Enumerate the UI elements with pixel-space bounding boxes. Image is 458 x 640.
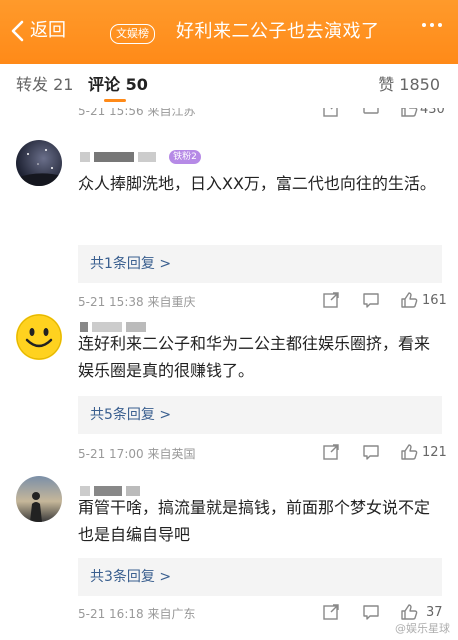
like-count: 161: [422, 293, 447, 308]
like-icon[interactable]: [400, 291, 418, 313]
reply-count-button[interactable]: 共3条回复 >: [78, 558, 442, 596]
reply-count-button[interactable]: 共5条回复 >: [78, 396, 442, 434]
avatar[interactable]: [16, 140, 62, 186]
like-icon[interactable]: [400, 108, 418, 122]
more-dots-icon: [422, 23, 426, 27]
starry-sky-avatar-icon: [16, 149, 62, 186]
comment-text: 众人捧脚洗地，日入XX万，富二代也向往的生活。: [78, 174, 436, 193]
comment-icon[interactable]: [362, 603, 380, 625]
watermark: @娱乐星球: [395, 622, 450, 635]
share-icon[interactable]: [322, 603, 340, 625]
more-menu-button[interactable]: [422, 23, 442, 27]
like-count: 430: [420, 108, 445, 117]
like-count: 37: [426, 605, 443, 620]
fan-level-badge: 铁粉2: [169, 149, 201, 164]
avatar[interactable]: [16, 476, 62, 522]
like-icon[interactable]: [400, 443, 418, 465]
username[interactable]: [80, 480, 144, 496]
comment-text: 连好利来二公子和华为二公主都往娱乐圈挤，看来娱乐圈是真的很赚钱了。: [78, 334, 431, 380]
back-label: 返回: [30, 20, 66, 41]
comment-icon[interactable]: [362, 443, 380, 465]
comment-meta: 5-21 17:00 来自英国: [78, 447, 196, 461]
share-icon[interactable]: [322, 291, 340, 313]
tab-bar: 转发 21 评论 50 赞 1850: [0, 64, 458, 108]
page-title: 好利来二公子也去演戏了: [176, 21, 380, 42]
category-tag: 文娱榜: [110, 24, 155, 44]
active-tab-indicator: [104, 99, 126, 102]
comment-meta: 5-21 15:56 来自江苏: [78, 108, 196, 118]
smiley-face-icon: [16, 314, 62, 360]
avatar[interactable]: [16, 314, 62, 360]
comment-icon[interactable]: [362, 108, 380, 122]
comment-list: 5-21 15:56 来自江苏 430 铁粉2 众人捧脚洗地，日入XX万，富二代…: [0, 108, 458, 640]
tab-repost[interactable]: 转发 21: [16, 74, 73, 96]
like-count: 121: [422, 445, 447, 460]
tab-comment[interactable]: 评论 50: [88, 74, 148, 96]
reply-count-button[interactable]: 共1条回复 >: [78, 245, 442, 283]
top-bar: 返回 文娱榜 好利来二公子也去演戏了: [0, 0, 458, 64]
back-button[interactable]: 返回: [10, 19, 66, 43]
share-icon[interactable]: [322, 108, 340, 122]
username[interactable]: [80, 316, 150, 332]
person-silhouette-icon: [30, 492, 42, 522]
share-icon[interactable]: [322, 443, 340, 465]
username[interactable]: 铁粉2: [80, 146, 201, 164]
chevron-left-icon: [11, 20, 24, 42]
comment-text: 甭管干啥，搞流量就是搞钱，前面那个梦女说不定也是自编自导吧: [78, 498, 431, 544]
comment-meta: 5-21 15:38 来自重庆: [78, 295, 196, 309]
comment-meta: 5-21 16:18 来自广东: [78, 607, 196, 621]
tab-like[interactable]: 赞 1850: [378, 74, 440, 96]
comment-icon[interactable]: [362, 291, 380, 313]
